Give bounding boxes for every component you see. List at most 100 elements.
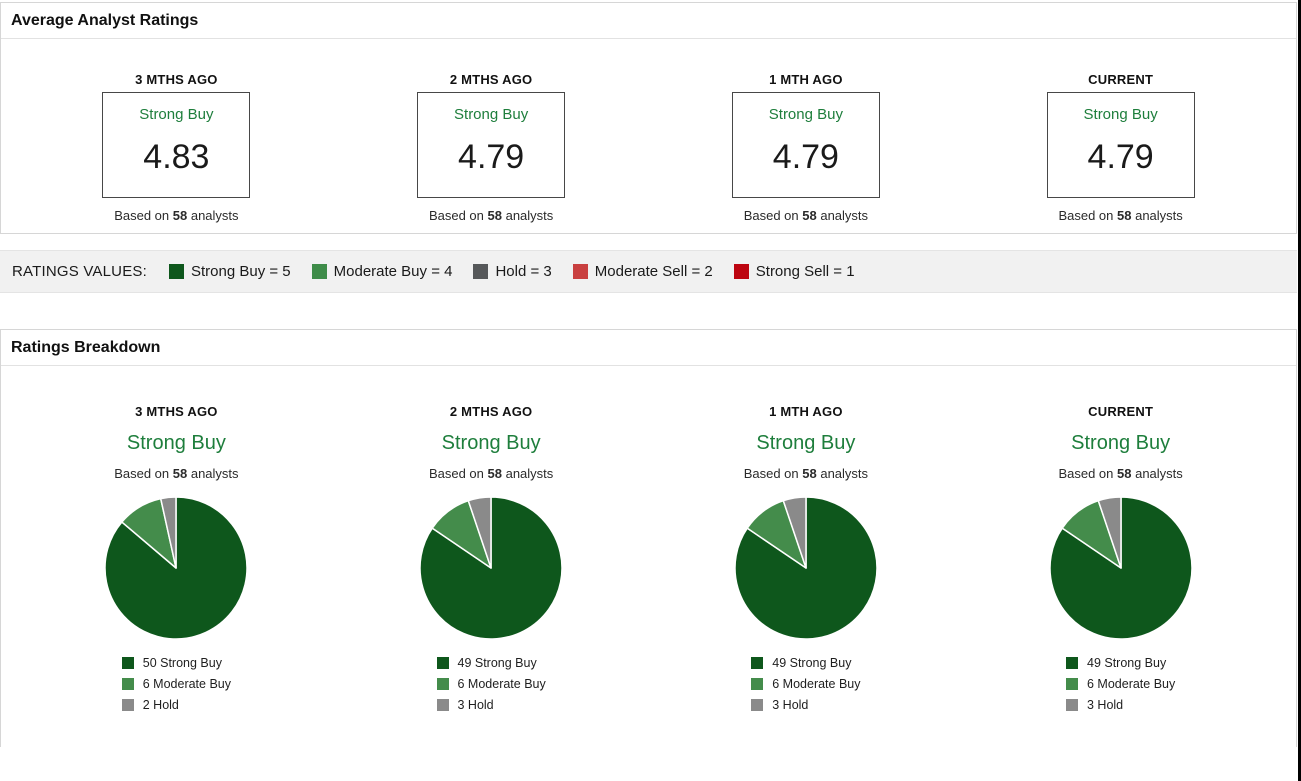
legend-item-strong-sell: Strong Sell = 1 (733, 263, 855, 280)
legend-row-hold: 3 Hold (436, 698, 546, 712)
ratings-breakdown-title: Ratings Breakdown (11, 339, 161, 356)
rating-value: 4.79 (458, 137, 525, 176)
ratings-breakdown-panel: Ratings Breakdown 3 MTHS AGO Strong Buy … (0, 329, 1297, 747)
rating-card-1mo: 1 MTH AGO Strong Buy 4.79 Based on 58 an… (649, 39, 964, 223)
panel-header: Ratings Breakdown (1, 330, 1296, 366)
rating-value: 4.83 (143, 137, 210, 176)
rating-label: Strong Buy (768, 106, 843, 123)
legend-item-moderate-sell: Moderate Sell = 2 (572, 263, 713, 280)
ratings-values-label: RATINGS VALUES: (12, 263, 147, 280)
pie-charts-row: 3 MTHS AGO Strong Buy Based on 58 analys… (1, 366, 1296, 719)
rating-value: 4.79 (772, 137, 839, 176)
period-label: 3 MTHS AGO (135, 72, 218, 87)
moderate-buy-swatch-icon (751, 678, 764, 690)
moderate-sell-swatch-icon (572, 264, 588, 279)
strong-buy-swatch-icon (751, 657, 764, 669)
analyst-count: 58 (487, 208, 502, 223)
rating-label: Strong Buy (1083, 106, 1158, 123)
legend-row-hold: 3 Hold (751, 698, 860, 712)
consensus-rating-label: Strong Buy (1071, 432, 1171, 454)
legend-item-moderate-buy: Moderate Buy = 4 (311, 263, 452, 280)
analyst-count-note: Based on 58 analysts (428, 208, 554, 223)
analyst-count: 58 (172, 208, 188, 223)
consensus-rating-label: Strong Buy (441, 432, 541, 454)
legend-row-moderate-buy: 6 Moderate Buy (1066, 677, 1175, 691)
period-label: 2 MTHS AGO (449, 404, 533, 419)
ratings-values-bar: RATINGS VALUES: Strong Buy = 5 Moderate … (0, 250, 1297, 293)
pie-legend: 50 Strong Buy 6 Moderate Buy 2 Hold (121, 656, 231, 719)
rating-label: Strong Buy (139, 106, 214, 123)
pie-column-2mo: 2 MTHS AGO Strong Buy Based on 58 analys… (334, 366, 649, 719)
rating-card-current: CURRENT Strong Buy 4.79 Based on 58 anal… (963, 39, 1278, 223)
period-label: 1 MTH AGO (769, 404, 843, 419)
rating-cards-row: 3 MTHS AGO Strong Buy 4.83 Based on 58 a… (1, 39, 1296, 233)
average-analyst-ratings-panel: Average Analyst Ratings 3 MTHS AGO Stron… (0, 2, 1297, 234)
hold-swatch-icon (1066, 699, 1078, 711)
moderate-buy-swatch-icon (121, 678, 134, 690)
analyst-ratings-page: Average Analyst Ratings 3 MTHS AGO Stron… (0, 0, 1301, 781)
analyst-count-note: Based on 58 analysts (1058, 208, 1183, 223)
pie-chart-1mo (649, 494, 964, 642)
pie-chart-3mo (19, 494, 334, 642)
analyst-count: 58 (802, 208, 817, 223)
analyst-count: 58 (802, 466, 817, 481)
analyst-count: 58 (1117, 208, 1132, 223)
rating-box: Strong Buy 4.79 (1046, 92, 1195, 198)
legend-item-hold: Hold = 3 (473, 263, 552, 280)
strong-buy-swatch-icon (1066, 657, 1078, 669)
period-label: 3 MTHS AGO (135, 404, 218, 419)
analyst-count-note: Based on 58 analysts (743, 208, 869, 223)
rating-value: 4.79 (1087, 137, 1154, 176)
page-title: Average Analyst Ratings (11, 12, 199, 29)
legend-row-moderate-buy: 6 Moderate Buy (121, 677, 231, 691)
pie-chart-2mo (334, 494, 649, 642)
legend-row-hold: 3 Hold (1066, 698, 1175, 712)
moderate-buy-swatch-icon (311, 264, 327, 279)
analyst-count: 58 (487, 466, 502, 481)
period-label: 1 MTH AGO (769, 72, 843, 87)
hold-swatch-icon (436, 699, 449, 711)
consensus-rating-label: Strong Buy (126, 432, 226, 454)
pie-legend: 49 Strong Buy 6 Moderate Buy 3 Hold (1066, 656, 1175, 719)
rating-box: Strong Buy 4.83 (102, 92, 251, 198)
hold-swatch-icon (121, 699, 134, 711)
pie-chart-current (963, 494, 1278, 642)
analyst-count: 58 (172, 466, 188, 481)
strong-buy-swatch-icon (121, 657, 134, 669)
analyst-count-note: Based on 58 analysts (114, 466, 239, 481)
pie-column-current: CURRENT Strong Buy Based on 58 analysts … (963, 366, 1278, 719)
legend-row-strong-buy: 49 Strong Buy (1066, 656, 1175, 670)
moderate-buy-swatch-icon (1066, 678, 1078, 690)
pie-column-1mo: 1 MTH AGO Strong Buy Based on 58 analyst… (649, 366, 964, 719)
pie-legend: 49 Strong Buy 6 Moderate Buy 3 Hold (436, 656, 546, 719)
strong-buy-swatch-icon (436, 657, 449, 669)
legend-row-strong-buy: 49 Strong Buy (751, 656, 860, 670)
consensus-rating-label: Strong Buy (756, 432, 856, 454)
legend-row-moderate-buy: 6 Moderate Buy (436, 677, 546, 691)
period-label: CURRENT (1088, 72, 1154, 87)
strong-sell-swatch-icon (733, 264, 749, 279)
analyst-count-note: Based on 58 analysts (743, 466, 869, 481)
pie-legend: 49 Strong Buy 6 Moderate Buy 3 Hold (751, 656, 861, 719)
hold-swatch-icon (473, 264, 489, 279)
analyst-count-note: Based on 58 analysts (1058, 466, 1183, 481)
moderate-buy-swatch-icon (436, 678, 449, 690)
rating-card-2mo: 2 MTHS AGO Strong Buy 4.79 Based on 58 a… (334, 39, 649, 223)
legend-row-hold: 2 Hold (121, 698, 231, 712)
period-label: CURRENT (1088, 404, 1154, 419)
pie-column-3mo: 3 MTHS AGO Strong Buy Based on 58 analys… (19, 366, 334, 719)
analyst-count-note: Based on 58 analysts (114, 208, 239, 223)
rating-label: Strong Buy (454, 106, 529, 123)
period-label: 2 MTHS AGO (449, 72, 533, 87)
analyst-count-note: Based on 58 analysts (428, 466, 554, 481)
hold-swatch-icon (751, 699, 764, 711)
panel-header: Average Analyst Ratings (1, 3, 1296, 39)
legend-item-strong-buy: Strong Buy = 5 (168, 263, 291, 280)
strong-buy-swatch-icon (168, 264, 184, 279)
rating-box: Strong Buy 4.79 (731, 92, 880, 198)
legend-row-moderate-buy: 6 Moderate Buy (751, 677, 861, 691)
legend-row-strong-buy: 49 Strong Buy (436, 656, 546, 670)
legend-row-strong-buy: 50 Strong Buy (121, 656, 231, 670)
rating-box: Strong Buy 4.79 (417, 92, 566, 198)
rating-card-3mo: 3 MTHS AGO Strong Buy 4.83 Based on 58 a… (19, 39, 334, 223)
